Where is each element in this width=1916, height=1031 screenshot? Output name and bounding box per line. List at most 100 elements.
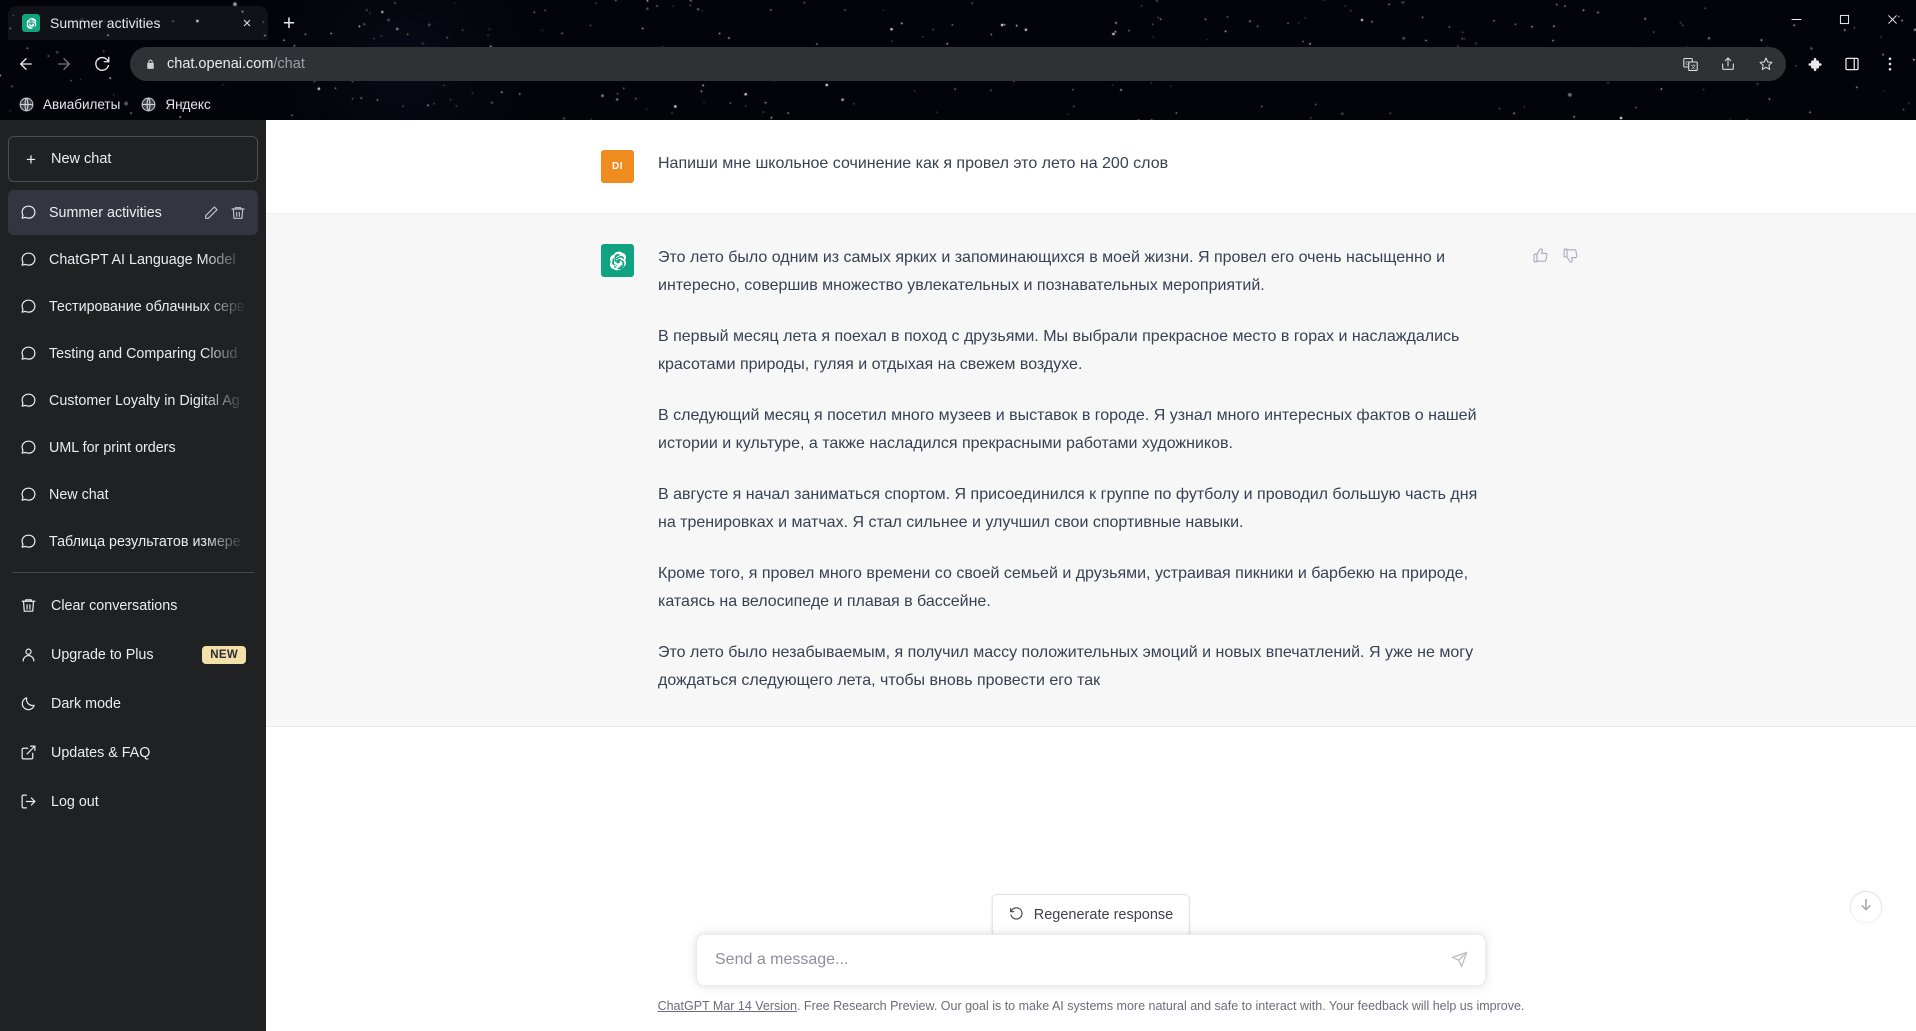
close-icon[interactable]: × <box>236 12 258 34</box>
sidebar-item-upgrade-to-plus[interactable]: Upgrade to Plus NEW <box>8 630 258 679</box>
sidebar-conversation-item[interactable]: Testing and Comparing Cloud <box>8 331 258 376</box>
globe-icon <box>140 96 157 113</box>
plus-icon: + <box>26 149 36 169</box>
user-icon <box>20 646 37 663</box>
assistant-paragraph: В первый месяц лета я поехал в поход с д… <box>658 327 1460 374</box>
trash-icon <box>20 597 37 614</box>
bookmarks-bar: Авиабилеты Яндекс <box>0 88 1916 120</box>
send-icon[interactable] <box>1447 948 1471 972</box>
bookmark-label: Яндекс <box>165 96 211 112</box>
openai-icon <box>22 14 40 32</box>
browser-sidebar-icon[interactable] <box>1834 46 1870 82</box>
new-badge: NEW <box>202 645 246 664</box>
chat-bubble-icon <box>20 533 37 550</box>
message-input[interactable] <box>715 934 1437 985</box>
assistant-paragraph: Кроме того, я провел много времени со св… <box>658 564 1469 611</box>
avatar: DI <box>601 150 634 183</box>
pencil-icon[interactable] <box>202 204 219 221</box>
chatgpt-sidebar: + New chat Summer activities ChatGPT AI … <box>0 120 266 1031</box>
refresh-icon <box>1009 906 1024 925</box>
sidebar-conversation-item[interactable]: ChatGPT AI Language Model <box>8 237 258 282</box>
version-link[interactable]: ChatGPT Mar 14 Version <box>658 999 797 1013</box>
globe-icon <box>18 96 35 113</box>
translate-icon[interactable]: G文 <box>1676 50 1704 78</box>
browser-toolbar: chat.openai.com/chat G文 <box>0 40 1916 88</box>
browser-tab-summer-activities[interactable]: Summer activities × <box>8 6 268 40</box>
sidebar-conversation-summer-activities[interactable]: Summer activities <box>8 190 258 235</box>
sidebar-item-label: Upgrade to Plus <box>51 646 154 663</box>
message-feedback-actions <box>1529 244 1581 696</box>
address-bar-url: chat.openai.com/chat <box>167 56 1666 72</box>
chat-bubble-icon <box>20 439 37 456</box>
conversation-title: Summer activities <box>49 204 162 221</box>
thumbs-up-icon[interactable] <box>1529 244 1551 266</box>
message-user: DI Напиши мне школьное сочинение как я п… <box>266 120 1916 214</box>
regenerate-response-button[interactable]: Regenerate response <box>991 893 1191 937</box>
assistant-paragraph: В августе я начал заниматься спортом. Я … <box>658 485 1478 532</box>
sidebar-item-label: Updates & FAQ <box>51 744 151 761</box>
assistant-paragraph: Это лето было незабываемым, я получил ма… <box>658 643 1474 690</box>
composer-area: Regenerate response ChatGPT Mar 14 Versi… <box>266 893 1916 1031</box>
web-page: + New chat Summer activities ChatGPT AI … <box>0 120 1916 1031</box>
bookmark-item[interactable]: Авиабилеты <box>10 93 128 116</box>
maximize-icon[interactable] <box>1820 0 1868 38</box>
address-bar[interactable]: chat.openai.com/chat G文 <box>130 47 1786 81</box>
three-dot-menu-icon[interactable] <box>1872 46 1908 82</box>
conversation-title: New chat <box>49 486 109 503</box>
chat-bubble-icon <box>20 345 37 362</box>
thumbs-down-icon[interactable] <box>1559 244 1581 266</box>
assistant-paragraph: Это лето было одним из самых ярких и зап… <box>658 249 1446 295</box>
message-composer[interactable] <box>696 933 1486 986</box>
conversation-actions <box>202 204 246 221</box>
chat-bubble-icon <box>20 298 37 315</box>
conversation-title: Тестирование облачных серв <box>49 298 245 315</box>
sidebar-conversation-item[interactable]: Customer Loyalty in Digital Ag <box>8 378 258 423</box>
footer-note-text: . Free Research Preview. Our goal is to … <box>796 998 1525 1013</box>
new-chat-label: New chat <box>51 151 112 167</box>
forward-arrow-icon[interactable] <box>46 46 82 82</box>
footer-disclaimer: ChatGPT Mar 14 Version. Free Research Pr… <box>266 992 1916 1031</box>
lock-icon <box>144 58 157 71</box>
assistant-message-text: Это лето было одним из самых ярких и зап… <box>658 244 1493 696</box>
external-link-icon <box>20 744 37 761</box>
sidebar-conversation-item[interactable]: UML for print orders <box>8 425 258 470</box>
sidebar-item-dark-mode[interactable]: Dark mode <box>8 679 258 728</box>
trash-icon[interactable] <box>229 204 246 221</box>
chat-bubble-icon <box>20 392 37 409</box>
chat-bubble-icon <box>20 251 37 268</box>
chat-main: DI Напиши мне школьное сочинение как я п… <box>266 120 1916 1031</box>
close-icon[interactable] <box>1868 0 1916 38</box>
bookmark-label: Авиабилеты <box>43 96 121 112</box>
conversation-title: Таблица результатов измере <box>49 533 241 550</box>
moon-icon <box>20 695 37 712</box>
sidebar-menu: Clear conversations Upgrade to Plus NEW <box>8 581 258 826</box>
user-message-text: Напиши мне школьное сочинение как я пров… <box>658 155 1169 172</box>
url-path: /chat <box>273 56 305 72</box>
bookmark-item[interactable]: Яндекс <box>132 93 218 116</box>
reload-icon[interactable] <box>84 46 120 82</box>
back-arrow-icon[interactable] <box>8 46 44 82</box>
sidebar-conversation-item[interactable]: Тестирование облачных серв <box>8 284 258 329</box>
window-controls <box>1772 0 1916 38</box>
sidebar-item-label: Clear conversations <box>51 597 178 614</box>
sidebar-item-log-out[interactable]: Log out <box>8 777 258 826</box>
message-assistant: Это лето было одним из самых ярких и зап… <box>266 214 1916 727</box>
sidebar-conversation-item[interactable]: New chat <box>8 472 258 517</box>
conversation-title: Customer Loyalty in Digital Ag <box>49 392 240 409</box>
browser-window: Summer activities × + chat.openai.com/ch… <box>0 0 1916 1031</box>
conversation-title: UML for print orders <box>49 439 176 456</box>
extensions-puzzle-icon[interactable] <box>1796 46 1832 82</box>
conversation-title: ChatGPT AI Language Model <box>49 251 236 268</box>
openai-logo-icon <box>601 244 634 277</box>
bookmark-star-icon[interactable] <box>1752 50 1780 78</box>
share-icon[interactable] <box>1714 50 1742 78</box>
new-chat-button[interactable]: + New chat <box>8 136 258 182</box>
minimize-icon[interactable] <box>1772 0 1820 38</box>
sidebar-item-updates-faq[interactable]: Updates & FAQ <box>8 728 258 777</box>
url-domain: chat.openai.com <box>167 56 274 72</box>
desktop-root: Summer activities × + chat.openai.com/ch… <box>0 0 1916 1031</box>
sidebar-conversation-item[interactable]: Таблица результатов измере <box>8 519 258 564</box>
chat-bubble-icon <box>20 204 37 221</box>
sidebar-item-clear-conversations[interactable]: Clear conversations <box>8 581 258 630</box>
new-tab-button[interactable]: + <box>274 8 304 38</box>
